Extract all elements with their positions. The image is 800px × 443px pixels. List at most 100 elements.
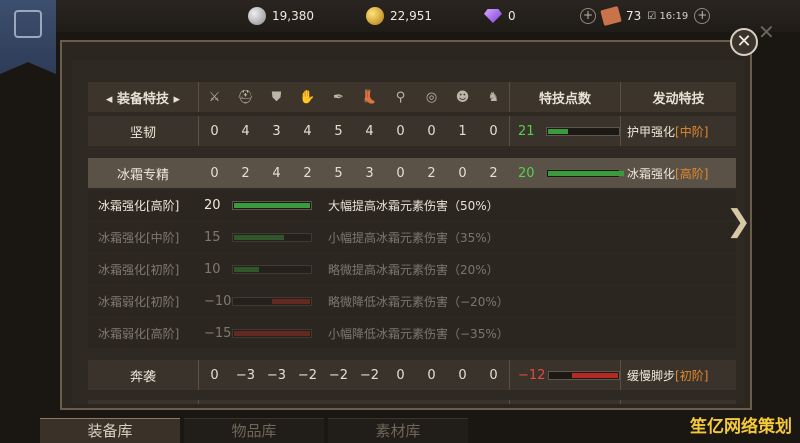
emblem-icon <box>14 10 42 38</box>
slot-value: −3 <box>235 367 256 383</box>
points-value: −12 <box>518 367 546 383</box>
points-bar-fill <box>234 202 310 208</box>
guild-banner[interactable] <box>0 0 56 74</box>
slot-value: 0 <box>427 367 436 383</box>
equipment-skill-dialog: ◂ 装备特技 ▸ ⚔ ⛑ ⛊ ✋ ✒ 👢 ⚲ ◎ ☻ ♞ 特技点数 发动特技 坚韧 0 4 3 4 5 4 0 0… <box>60 40 752 410</box>
tier-points: 20 <box>204 197 221 213</box>
points-bar-fill <box>234 266 260 272</box>
points-value: 21 <box>518 123 535 139</box>
skill-category-row[interactable]: 冰霜专精 0 2 4 2 5 3 0 2 0 2 20 冰霜强化[高阶] <box>88 158 736 188</box>
slot-value: 0 <box>210 367 219 383</box>
skill-level: [初阶] <box>675 368 709 383</box>
slot-value: 0 <box>210 123 219 139</box>
active-skill: 缓慢脚步[初阶] <box>621 367 736 384</box>
gold-coin-icon <box>366 7 384 25</box>
tab-equipment[interactable]: 装备库 <box>40 418 180 443</box>
bottom-tabs: 装备库 物品库 素材库 <box>40 418 468 443</box>
tab-items[interactable]: 物品库 <box>184 418 324 443</box>
header-equip-skill: ◂ 装备特技 ▸ <box>105 91 181 107</box>
background-close-icon: ✕ <box>758 20 775 44</box>
slot-value: 0 <box>396 123 405 139</box>
slot-value: 4 <box>272 165 281 181</box>
skill-category-row[interactable]: 奔袭 0 −3 −3 −2 −2 −2 0 0 0 0 −12 缓慢脚步[初阶] <box>88 360 736 390</box>
watermark-logo: 笙亿网络策划 <box>690 417 792 437</box>
tier-name: 冰霜强化[高阶] <box>98 198 180 213</box>
armor-icon: ⛊ <box>271 89 282 105</box>
slot-value: 0 <box>210 165 219 181</box>
gold-resource: 22,951 <box>366 6 432 26</box>
tier-name: 冰霜弱化[高阶] <box>98 326 180 341</box>
points-bar <box>232 200 312 210</box>
category-name: 坚韧 <box>129 125 156 141</box>
slot-value: 4 <box>365 123 374 139</box>
tier-points: 15 <box>204 229 221 245</box>
mask-icon: ☻ <box>455 89 470 105</box>
points-bar-fill <box>572 372 618 378</box>
skill-tier-row: 冰霜强化[中阶] 15 小幅提高冰霜元素伤害（35%） <box>88 222 736 252</box>
tier-description: 略微提高冰霜元素伤害（20%） <box>328 262 499 277</box>
skill-name: 冰霜强化 <box>627 166 676 181</box>
header-name-text: 装备特技 <box>116 91 169 107</box>
slot-value: 5 <box>334 165 343 181</box>
tier-points: −10 <box>204 293 232 309</box>
clock-readout: ☑ 16:19 <box>647 10 689 22</box>
slot-value: 4 <box>241 123 250 139</box>
active-skill: 冰霜强化[高阶] <box>621 165 736 182</box>
slot-value: −2 <box>328 367 349 383</box>
slot-value: 0 <box>396 367 405 383</box>
points-cell: 20 <box>510 165 625 181</box>
close-button[interactable]: ✕ <box>730 28 758 56</box>
gem-resource: 0 <box>484 6 516 26</box>
slot-value: 3 <box>272 123 281 139</box>
tier-points: 10 <box>204 261 221 277</box>
equipment-slot-icons: ⚔ ⛑ ⛊ ✋ ✒ 👢 ⚲ ◎ ☻ ♞ <box>199 90 509 105</box>
skill-name: 护甲强化 <box>627 124 676 139</box>
points-bar-fill <box>234 234 285 240</box>
skill-name: 缓慢脚步 <box>627 368 676 383</box>
tier-description: 小幅降低冰霜元素伤害（−35%） <box>328 326 509 341</box>
add-ticket-button[interactable]: + <box>580 8 596 24</box>
ring-icon: ◎ <box>425 89 438 105</box>
points-bar <box>232 232 312 242</box>
ticket-resource: + 73 ☑ 16:19 + <box>580 5 711 27</box>
tab-materials[interactable]: 素材库 <box>328 418 468 443</box>
skill-level: [中阶] <box>675 124 709 139</box>
tier-name: 冰霜弱化[初阶] <box>98 294 180 309</box>
silver-amount: 19,380 <box>272 9 314 23</box>
skill-tier-row: 冰霜强化[高阶] 20 大幅提高冰霜元素伤害（50%） <box>88 190 736 220</box>
slot-value: 5 <box>334 123 343 139</box>
category-name: 冰霜专精 <box>116 167 169 183</box>
next-page-arrow[interactable]: ❯ <box>726 204 751 239</box>
points-value: 20 <box>518 165 535 181</box>
header-skill-points: 特技点数 <box>538 91 591 107</box>
horse-icon: ♞ <box>487 89 500 105</box>
skill-category-row[interactable]: 坚韧 0 4 3 4 5 4 0 0 1 0 21 护甲强化[中阶] <box>88 116 736 146</box>
slot-value: 0 <box>427 123 436 139</box>
active-skill: 护甲强化[中阶] <box>621 123 736 140</box>
slot-value: 3 <box>365 165 374 181</box>
points-bar <box>548 370 620 380</box>
tier-name: 冰霜强化[初阶] <box>98 262 180 277</box>
points-cell: −12 <box>510 368 620 383</box>
slot-value: 0 <box>489 367 498 383</box>
points-bar <box>232 264 312 274</box>
gold-amount: 22,951 <box>390 9 432 23</box>
add-button[interactable]: + <box>694 8 711 24</box>
boots-icon: 👢 <box>361 89 378 105</box>
category-name: 奔袭 <box>129 369 156 385</box>
gem-icon <box>484 9 502 23</box>
slot-value: 0 <box>396 165 405 181</box>
tier-description: 大幅提高冰霜元素伤害（50%） <box>328 198 499 213</box>
skill-category-row[interactable]: 精力03000300006精力充沛[初阶] <box>88 400 736 404</box>
time-text: 16:19 <box>659 10 689 22</box>
silver-coin-icon <box>248 7 266 25</box>
slot-value: 2 <box>427 165 436 181</box>
header-active-skill: 发动特技 <box>652 91 705 107</box>
slot-value: 1 <box>458 123 467 139</box>
ticket-icon <box>600 5 622 27</box>
tier-description: 略微降低冰霜元素伤害（−20%） <box>328 294 509 309</box>
points-bar <box>546 126 620 136</box>
skill-tier-row: 冰霜弱化[高阶] −15 小幅降低冰霜元素伤害（−35%） <box>88 318 736 348</box>
points-bar <box>232 328 312 338</box>
points-bar <box>546 168 625 178</box>
